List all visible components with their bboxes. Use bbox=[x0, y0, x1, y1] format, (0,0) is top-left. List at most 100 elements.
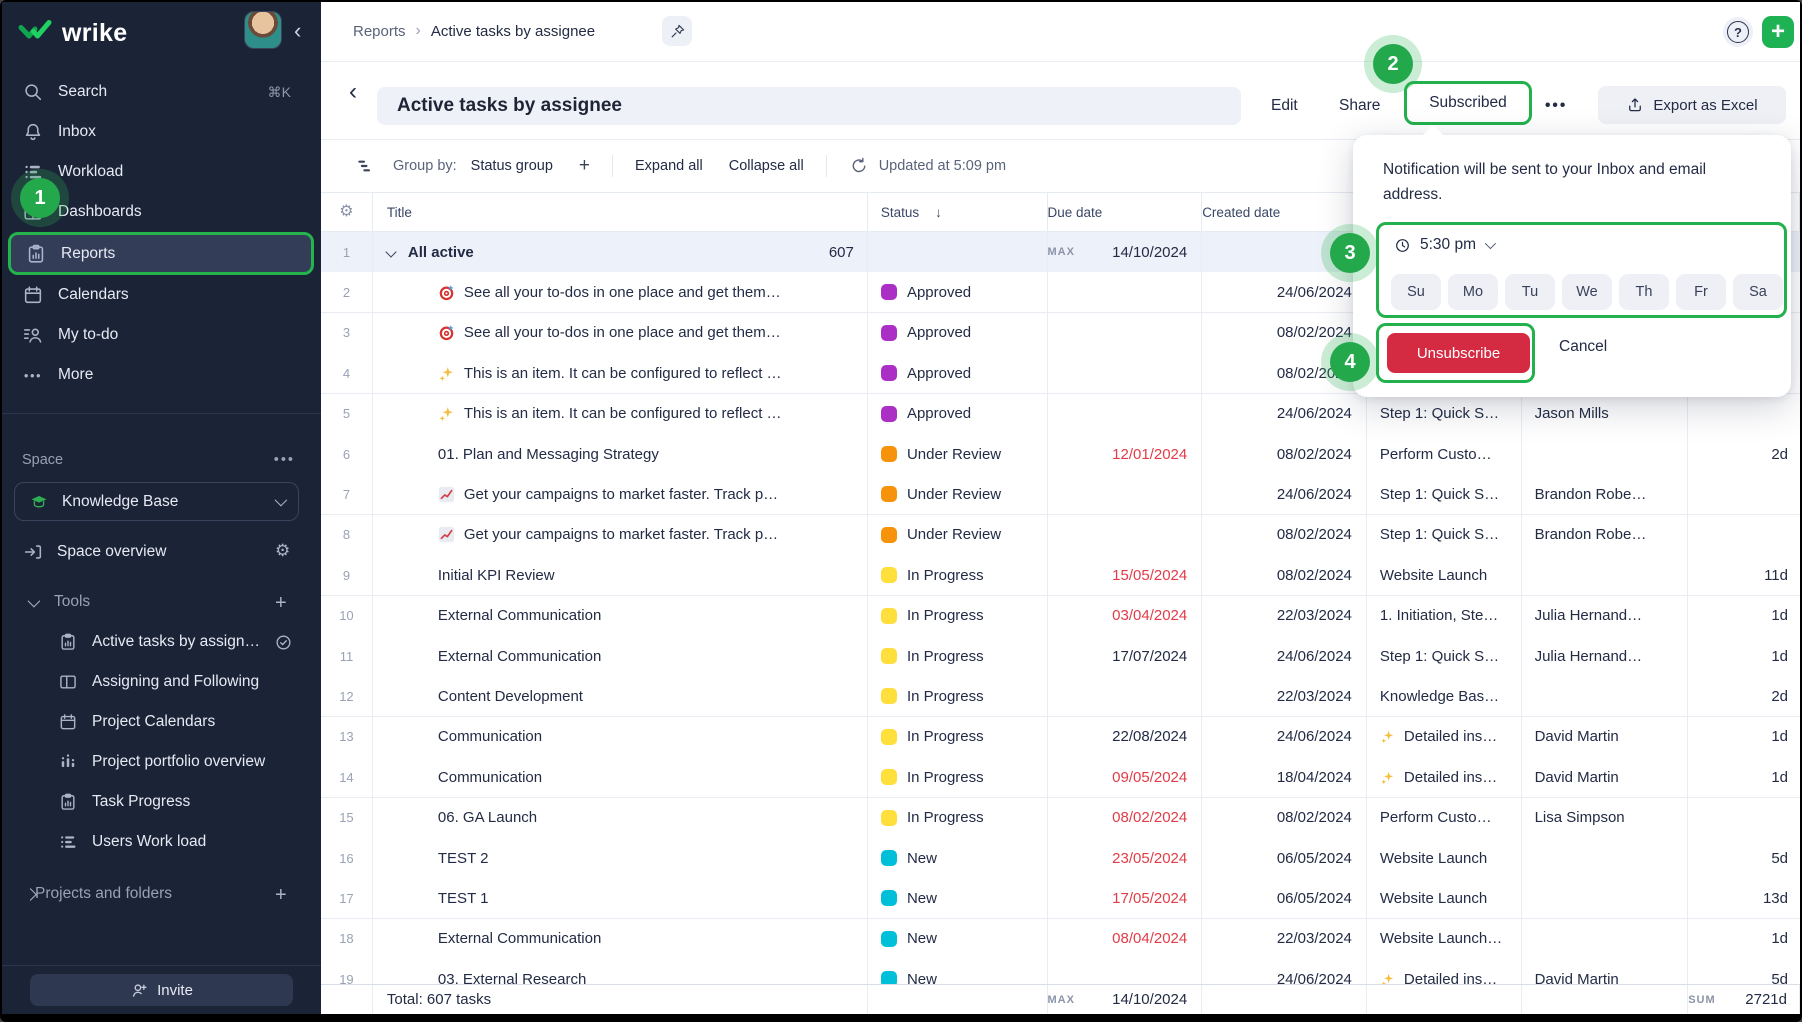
parent-project-cell[interactable]: Website Launch bbox=[1367, 555, 1522, 595]
tool-item-project-portfolio-overview[interactable]: Project portfolio overview bbox=[2, 742, 321, 782]
parent-project-cell[interactable]: Website Launch bbox=[1367, 878, 1522, 918]
unsubscribe-button[interactable]: Unsubscribe bbox=[1387, 333, 1530, 373]
due-date-cell[interactable] bbox=[1048, 959, 1203, 984]
parent-project-cell[interactable]: Detailed ins… bbox=[1367, 717, 1522, 757]
task-title-cell[interactable]: 03. External Research bbox=[373, 959, 868, 984]
parent-project-cell[interactable]: Perform Custo… bbox=[1367, 798, 1522, 838]
parent-project-cell[interactable]: 1. Initiation, Ste… bbox=[1367, 596, 1522, 636]
table-row[interactable]: 8 Get your campaigns to market faster. T… bbox=[321, 515, 1800, 556]
export-excel-button[interactable]: Export as Excel bbox=[1598, 86, 1786, 124]
tool-item-users-work-load[interactable]: Users Work load bbox=[2, 822, 321, 862]
assignee-cell[interactable]: David Martin bbox=[1522, 717, 1689, 757]
parent-project-cell[interactable]: Knowledge Bas… bbox=[1367, 676, 1522, 716]
task-title-cell[interactable]: Communication bbox=[373, 757, 868, 797]
task-title-cell[interactable]: See all your to-dos in one place and get… bbox=[373, 313, 868, 353]
sidebar-collapse-icon[interactable]: ‹ bbox=[294, 18, 301, 44]
task-title-cell[interactable]: External Communication bbox=[373, 596, 868, 636]
expand-all-button[interactable]: Expand all bbox=[635, 158, 703, 174]
table-row[interactable]: 5 This is an item. It can be configured … bbox=[321, 394, 1800, 435]
due-date-cell[interactable]: 08/04/2024 bbox=[1048, 919, 1203, 959]
help-button[interactable]: ? bbox=[1723, 17, 1753, 47]
table-row[interactable]: 11 External Communication In Progress 17… bbox=[321, 636, 1800, 677]
task-title-cell[interactable]: TEST 1 bbox=[373, 878, 868, 918]
parent-project-cell[interactable]: Step 1: Quick S… bbox=[1367, 515, 1522, 555]
sidebar-item-inbox[interactable]: Inbox bbox=[2, 112, 321, 152]
weekday-button-mo[interactable]: Mo bbox=[1448, 274, 1498, 310]
sidebar-item-my-to-do[interactable]: My to-do bbox=[2, 315, 321, 355]
assignee-cell[interactable]: Brandon Robe… bbox=[1522, 515, 1689, 555]
status-cell[interactable]: Under Review bbox=[868, 434, 1048, 474]
status-cell[interactable]: In Progress bbox=[868, 636, 1048, 676]
parent-project-cell[interactable]: Website Launch bbox=[1367, 838, 1522, 878]
table-row[interactable]: 15 06. GA Launch In Progress 08/02/2024 … bbox=[321, 798, 1800, 839]
space-more-icon[interactable]: ••• bbox=[274, 452, 295, 468]
due-date-cell[interactable] bbox=[1048, 272, 1203, 312]
table-row[interactable]: 13 Communication In Progress 22/08/2024 … bbox=[321, 717, 1800, 758]
table-row[interactable]: 6 01. Plan and Messaging Strategy Under … bbox=[321, 434, 1800, 475]
weekday-button-su[interactable]: Su bbox=[1391, 274, 1441, 310]
sidebar-group-projects-and-folders[interactable]: Projects and folders + bbox=[2, 874, 321, 914]
table-row[interactable]: 12 Content Development In Progress 22/03… bbox=[321, 676, 1800, 717]
assignee-cell[interactable]: Jason Mills bbox=[1522, 394, 1689, 434]
task-title-cell[interactable]: 06. GA Launch bbox=[373, 798, 868, 838]
parent-project-cell[interactable]: Perform Custo… bbox=[1367, 434, 1522, 474]
task-title-cell[interactable]: Get your campaigns to market faster. Tra… bbox=[373, 515, 868, 555]
create-button[interactable]: + bbox=[1762, 16, 1794, 48]
due-date-cell[interactable]: 15/05/2024 bbox=[1048, 555, 1203, 595]
due-date-cell[interactable]: 23/05/2024 bbox=[1048, 838, 1203, 878]
table-row[interactable]: 16 TEST 2 New 23/05/2024 06/05/2024 Webs… bbox=[321, 838, 1800, 879]
tool-item-active-tasks-by-assign-[interactable]: Active tasks by assign… bbox=[2, 622, 321, 662]
group-by-value[interactable]: Status group bbox=[471, 158, 553, 174]
task-title-cell[interactable]: This is an item. It can be configured to… bbox=[373, 353, 868, 393]
weekday-button-th[interactable]: Th bbox=[1619, 274, 1669, 310]
assignee-cell[interactable]: Brandon Robe… bbox=[1522, 474, 1689, 514]
parent-project-cell[interactable]: Detailed ins… bbox=[1367, 959, 1522, 984]
assignee-cell[interactable] bbox=[1522, 555, 1689, 595]
due-date-cell[interactable] bbox=[1048, 394, 1203, 434]
due-date-cell[interactable] bbox=[1048, 313, 1203, 353]
add-project-icon[interactable]: + bbox=[275, 884, 295, 904]
status-cell[interactable]: Approved bbox=[868, 272, 1048, 312]
status-cell[interactable]: In Progress bbox=[868, 596, 1048, 636]
weekday-button-sa[interactable]: Sa bbox=[1733, 274, 1783, 310]
status-cell[interactable]: In Progress bbox=[868, 717, 1048, 757]
status-cell[interactable]: Approved bbox=[868, 313, 1048, 353]
column-settings-button[interactable]: ⚙ bbox=[321, 193, 373, 231]
due-date-cell[interactable]: 08/02/2024 bbox=[1048, 798, 1203, 838]
sidebar-item-search[interactable]: Search ⌘K bbox=[2, 72, 321, 112]
status-cell[interactable]: Under Review bbox=[868, 474, 1048, 514]
status-cell[interactable]: New bbox=[868, 919, 1048, 959]
assignee-cell[interactable] bbox=[1522, 676, 1689, 716]
status-cell[interactable]: New bbox=[868, 838, 1048, 878]
task-title-cell[interactable]: External Communication bbox=[373, 636, 868, 676]
tool-item-task-progress[interactable]: Task Progress bbox=[2, 782, 321, 822]
parent-project-cell[interactable]: Step 1: Quick S… bbox=[1367, 636, 1522, 676]
sidebar-item-reports[interactable]: Reports bbox=[8, 232, 314, 275]
due-date-cell[interactable] bbox=[1048, 474, 1203, 514]
assignee-cell[interactable] bbox=[1522, 434, 1689, 474]
due-date-cell[interactable]: 12/01/2024 bbox=[1048, 434, 1203, 474]
collapse-all-button[interactable]: Collapse all bbox=[729, 158, 804, 174]
status-cell[interactable]: In Progress bbox=[868, 798, 1048, 838]
status-cell[interactable]: Under Review bbox=[868, 515, 1048, 555]
sidebar-group-tools[interactable]: Tools + bbox=[2, 582, 321, 622]
edit-button[interactable]: Edit bbox=[1271, 87, 1298, 125]
due-date-cell[interactable]: 17/07/2024 bbox=[1048, 636, 1203, 676]
parent-project-cell[interactable]: Website Launch… bbox=[1367, 919, 1522, 959]
back-button[interactable]: ‹ bbox=[349, 78, 357, 106]
cancel-button[interactable]: Cancel bbox=[1559, 338, 1607, 356]
task-title-cell[interactable]: 01. Plan and Messaging Strategy bbox=[373, 434, 868, 474]
parent-project-cell[interactable]: Step 1: Quick S… bbox=[1367, 474, 1522, 514]
chevron-down-icon[interactable] bbox=[385, 246, 396, 257]
add-group-icon[interactable]: + bbox=[579, 155, 590, 177]
task-title-cell[interactable]: TEST 2 bbox=[373, 838, 868, 878]
status-cell[interactable]: Approved bbox=[868, 353, 1048, 393]
due-date-cell[interactable]: 22/08/2024 bbox=[1048, 717, 1203, 757]
table-row[interactable]: 14 Communication In Progress 09/05/2024 … bbox=[321, 757, 1800, 798]
assignee-cell[interactable] bbox=[1522, 838, 1689, 878]
assignee-cell[interactable]: Julia Hernand… bbox=[1522, 636, 1689, 676]
column-header-title[interactable]: Title bbox=[373, 193, 868, 231]
sidebar-item-more[interactable]: ••• More bbox=[2, 355, 321, 395]
due-date-cell[interactable]: 09/05/2024 bbox=[1048, 757, 1203, 797]
table-row[interactable]: 18 External Communication New 08/04/2024… bbox=[321, 919, 1800, 960]
